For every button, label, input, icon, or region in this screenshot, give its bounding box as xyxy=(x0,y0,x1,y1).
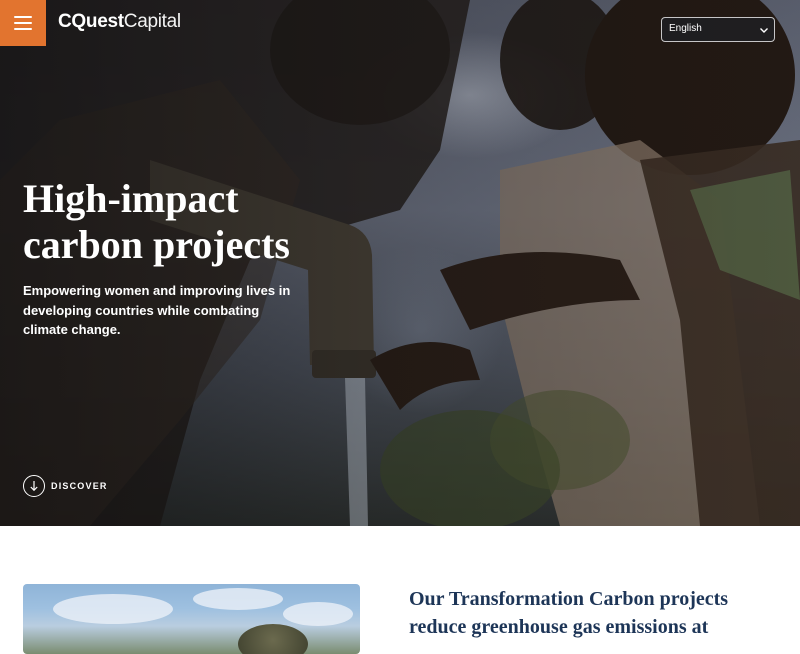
hamburger-icon xyxy=(14,22,32,24)
language-select[interactable]: English xyxy=(661,17,775,42)
hamburger-icon xyxy=(14,16,32,18)
photo-cloud xyxy=(283,602,353,626)
photo-cloud xyxy=(53,594,173,624)
language-select-value: English xyxy=(669,23,702,34)
discover-circle xyxy=(23,475,45,497)
discover-label: DISCOVER xyxy=(51,481,108,491)
chevron-down-icon xyxy=(760,28,768,33)
photo-foliage xyxy=(238,624,308,654)
photo-cloud xyxy=(193,588,283,610)
arrow-down-icon xyxy=(30,481,38,492)
hero-section: CQuestCapital English High-impact carbon… xyxy=(0,0,800,526)
hero-title: High-impact carbon projects xyxy=(23,176,290,267)
project-photo xyxy=(23,584,360,654)
discover-button[interactable]: DISCOVER xyxy=(23,474,108,498)
brand-name-light: Capital xyxy=(123,11,181,32)
brand-name-bold: CQuest xyxy=(58,11,124,32)
hamburger-icon xyxy=(14,28,32,30)
intro-heading: Our Transformation Carbon projects reduc… xyxy=(409,588,729,638)
brand-logo[interactable]: CQuestCapital xyxy=(58,11,181,33)
hero-subtitle: Empowering women and improving lives in … xyxy=(23,283,291,337)
menu-button[interactable] xyxy=(0,0,46,46)
